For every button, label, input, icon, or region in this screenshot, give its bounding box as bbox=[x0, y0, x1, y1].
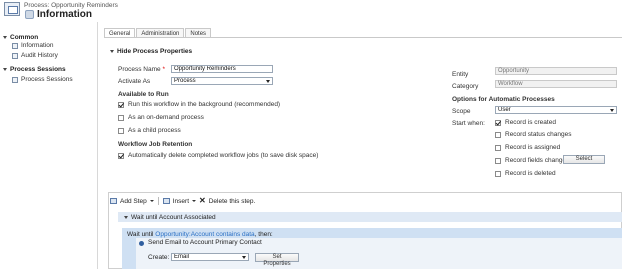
record-status-checkbox[interactable] bbox=[495, 131, 501, 138]
scope-label: Scope bbox=[452, 108, 471, 115]
run-background-option[interactable]: Run this workflow in the background (rec… bbox=[118, 101, 280, 108]
process-sessions-icon bbox=[12, 76, 18, 83]
chevron-down-icon[interactable] bbox=[149, 200, 154, 202]
tab-underline bbox=[104, 37, 622, 38]
record-fields-option[interactable]: Record fields change bbox=[495, 157, 566, 164]
nav-heading-common[interactable]: Common bbox=[3, 34, 38, 41]
information-icon bbox=[12, 42, 18, 49]
collapse-triangle-icon bbox=[3, 67, 7, 71]
nav-item-audit-history[interactable]: Audit History bbox=[12, 52, 58, 59]
wait-condition-link[interactable]: Opportunity:Account contains data bbox=[155, 231, 254, 238]
create-label: Create: bbox=[148, 254, 170, 261]
insert-icon bbox=[162, 198, 170, 204]
dropdown-caret-icon bbox=[610, 108, 614, 112]
collapse-triangle-icon bbox=[110, 50, 114, 53]
record-status-option[interactable]: Record status changes bbox=[495, 131, 571, 138]
on-demand-checkbox[interactable] bbox=[118, 114, 124, 121]
page-title: Information bbox=[37, 9, 92, 20]
auto-delete-option[interactable]: Automatically delete completed workflow … bbox=[118, 152, 318, 159]
available-to-run-heading: Available to Run bbox=[118, 91, 169, 98]
collapse-triangle-icon bbox=[3, 35, 7, 39]
record-deleted-checkbox[interactable] bbox=[495, 170, 501, 177]
step-bullet-icon bbox=[139, 241, 144, 246]
select-fields-button[interactable]: Select bbox=[563, 155, 605, 164]
process-header-icon bbox=[4, 2, 20, 16]
nav-item-process-sessions[interactable]: Process Sessions bbox=[12, 76, 73, 83]
record-deleted-option[interactable]: Record is deleted bbox=[495, 170, 556, 177]
process-name-input[interactable]: Opportunity Reminders bbox=[171, 65, 273, 73]
category-field: Workflow bbox=[495, 80, 617, 88]
information-title-icon bbox=[25, 10, 34, 19]
collapse-triangle-icon[interactable] bbox=[124, 215, 128, 219]
add-step-button[interactable]: Add Step bbox=[120, 198, 147, 205]
nav-divider bbox=[97, 22, 98, 269]
chevron-down-icon[interactable] bbox=[192, 200, 197, 202]
category-label: Category bbox=[452, 83, 479, 90]
child-process-option[interactable]: As a child process bbox=[118, 127, 181, 134]
child-process-checkbox[interactable] bbox=[118, 127, 124, 134]
auto-options-heading: Options for Automatic Processes bbox=[452, 96, 555, 103]
activate-as-label: Activate As bbox=[118, 78, 151, 85]
step-toolbar: Add Step Insert ✕ Delete this step. bbox=[110, 197, 255, 205]
delete-step-button[interactable]: Delete this step. bbox=[209, 198, 256, 205]
record-assigned-checkbox[interactable] bbox=[495, 144, 501, 151]
nav-heading-process-sessions[interactable]: Process Sessions bbox=[3, 66, 66, 73]
process-name-label: Process Name * bbox=[118, 66, 165, 73]
nav-item-information[interactable]: Information bbox=[12, 42, 54, 49]
auto-delete-checkbox[interactable] bbox=[118, 152, 124, 159]
dropdown-caret-icon bbox=[242, 255, 246, 259]
record-fields-checkbox[interactable] bbox=[495, 157, 501, 164]
delete-x-icon[interactable]: ✕ bbox=[199, 197, 206, 205]
record-created-option[interactable]: Record is created bbox=[495, 119, 556, 126]
set-properties-button[interactable]: Set Properties bbox=[255, 253, 299, 267]
add-step-icon bbox=[110, 198, 117, 204]
dropdown-caret-icon bbox=[266, 79, 270, 83]
hide-properties-toggle[interactable]: Hide Process Properties bbox=[110, 48, 192, 55]
run-background-checkbox[interactable] bbox=[118, 101, 124, 108]
insert-button[interactable]: Insert bbox=[173, 198, 189, 205]
on-demand-option[interactable]: As an on-demand process bbox=[118, 114, 204, 121]
start-when-label: Start when: bbox=[452, 120, 485, 127]
breadcrumb: Process: Opportunity Reminders bbox=[24, 2, 118, 9]
wait-condition-text: Wait until Opportunity:Account contains … bbox=[127, 231, 273, 238]
record-created-checkbox[interactable] bbox=[495, 119, 501, 126]
retention-heading: Workflow Job Retention bbox=[118, 141, 193, 148]
entity-field: Opportunity bbox=[495, 67, 617, 75]
scope-select[interactable]: User bbox=[495, 106, 617, 114]
step-wait-account-associated[interactable]: Wait until Account Associated bbox=[118, 212, 622, 222]
toolbar-separator bbox=[157, 197, 159, 205]
audit-history-icon bbox=[12, 52, 18, 59]
create-entity-select[interactable]: Email bbox=[171, 253, 249, 261]
send-email-step-title[interactable]: Send Email to Account Primary Contact bbox=[148, 239, 262, 246]
entity-label: Entity bbox=[452, 71, 469, 78]
record-assigned-option[interactable]: Record is assigned bbox=[495, 144, 560, 151]
activate-as-select[interactable]: Process bbox=[171, 77, 273, 85]
